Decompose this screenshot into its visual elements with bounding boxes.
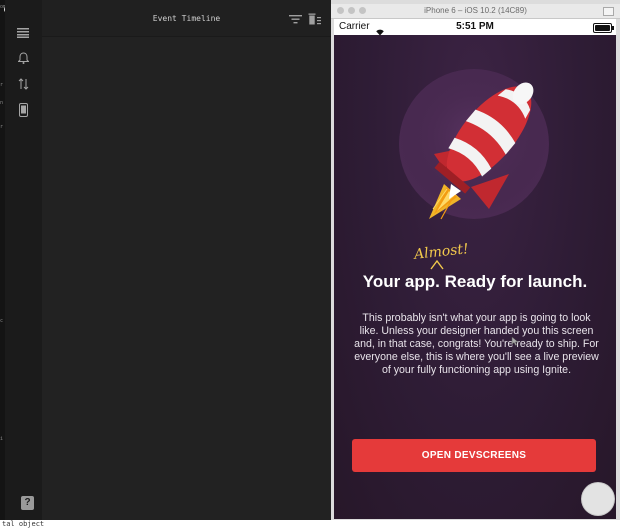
rocket-illustration [399, 69, 549, 220]
phone-screen: Carrier 5:51 PM Almost! Your app. Ready … [334, 19, 616, 519]
reactotron-window: om r n r c i ? Event Timeline [0, 0, 331, 520]
bell-icon[interactable] [16, 51, 30, 65]
help-button[interactable]: ? [21, 496, 34, 510]
open-devscreens-button[interactable]: OPEN DEVSCREENS [352, 439, 596, 472]
edge-char: i [0, 436, 4, 442]
event-timeline-panel: Event Timeline [42, 0, 331, 520]
status-bar: Carrier 5:51 PM [334, 19, 616, 36]
timeline-header: Event Timeline [42, 0, 331, 37]
edge-char: r [0, 124, 4, 130]
edge-char: c [0, 318, 4, 324]
edge-char: n [0, 100, 4, 106]
edge-char: r [0, 82, 4, 88]
battery-icon [593, 23, 614, 33]
assistive-touch-button[interactable] [582, 483, 614, 515]
fullscreen-icon[interactable] [603, 7, 614, 16]
filter-icon[interactable] [289, 12, 303, 26]
status-time: 5:51 PM [456, 21, 494, 32]
phone-icon[interactable] [16, 103, 30, 117]
terminal-line: tal object [2, 520, 45, 528]
simulator-titlebar: iPhone 6 – iOS 10.2 (14C89) [331, 4, 620, 19]
menu-icon[interactable] [16, 26, 30, 40]
background-terminal-text: tal object [0, 520, 620, 528]
trash-icon[interactable] [308, 12, 322, 26]
ios-simulator-window: iPhone 6 – iOS 10.2 (14C89) Carrier 5:51… [331, 0, 620, 520]
sidebar: ? [5, 0, 42, 520]
simulator-title: iPhone 6 – iOS 10.2 (14C89) [424, 6, 527, 15]
page-title: Event Timeline [152, 14, 221, 23]
mouse-cursor-icon [511, 333, 519, 351]
sort-arrows-icon[interactable] [16, 77, 30, 91]
body-text: This probably isn't what your app is goi… [354, 312, 599, 376]
headline: Your app. Ready for launch. [362, 272, 588, 291]
